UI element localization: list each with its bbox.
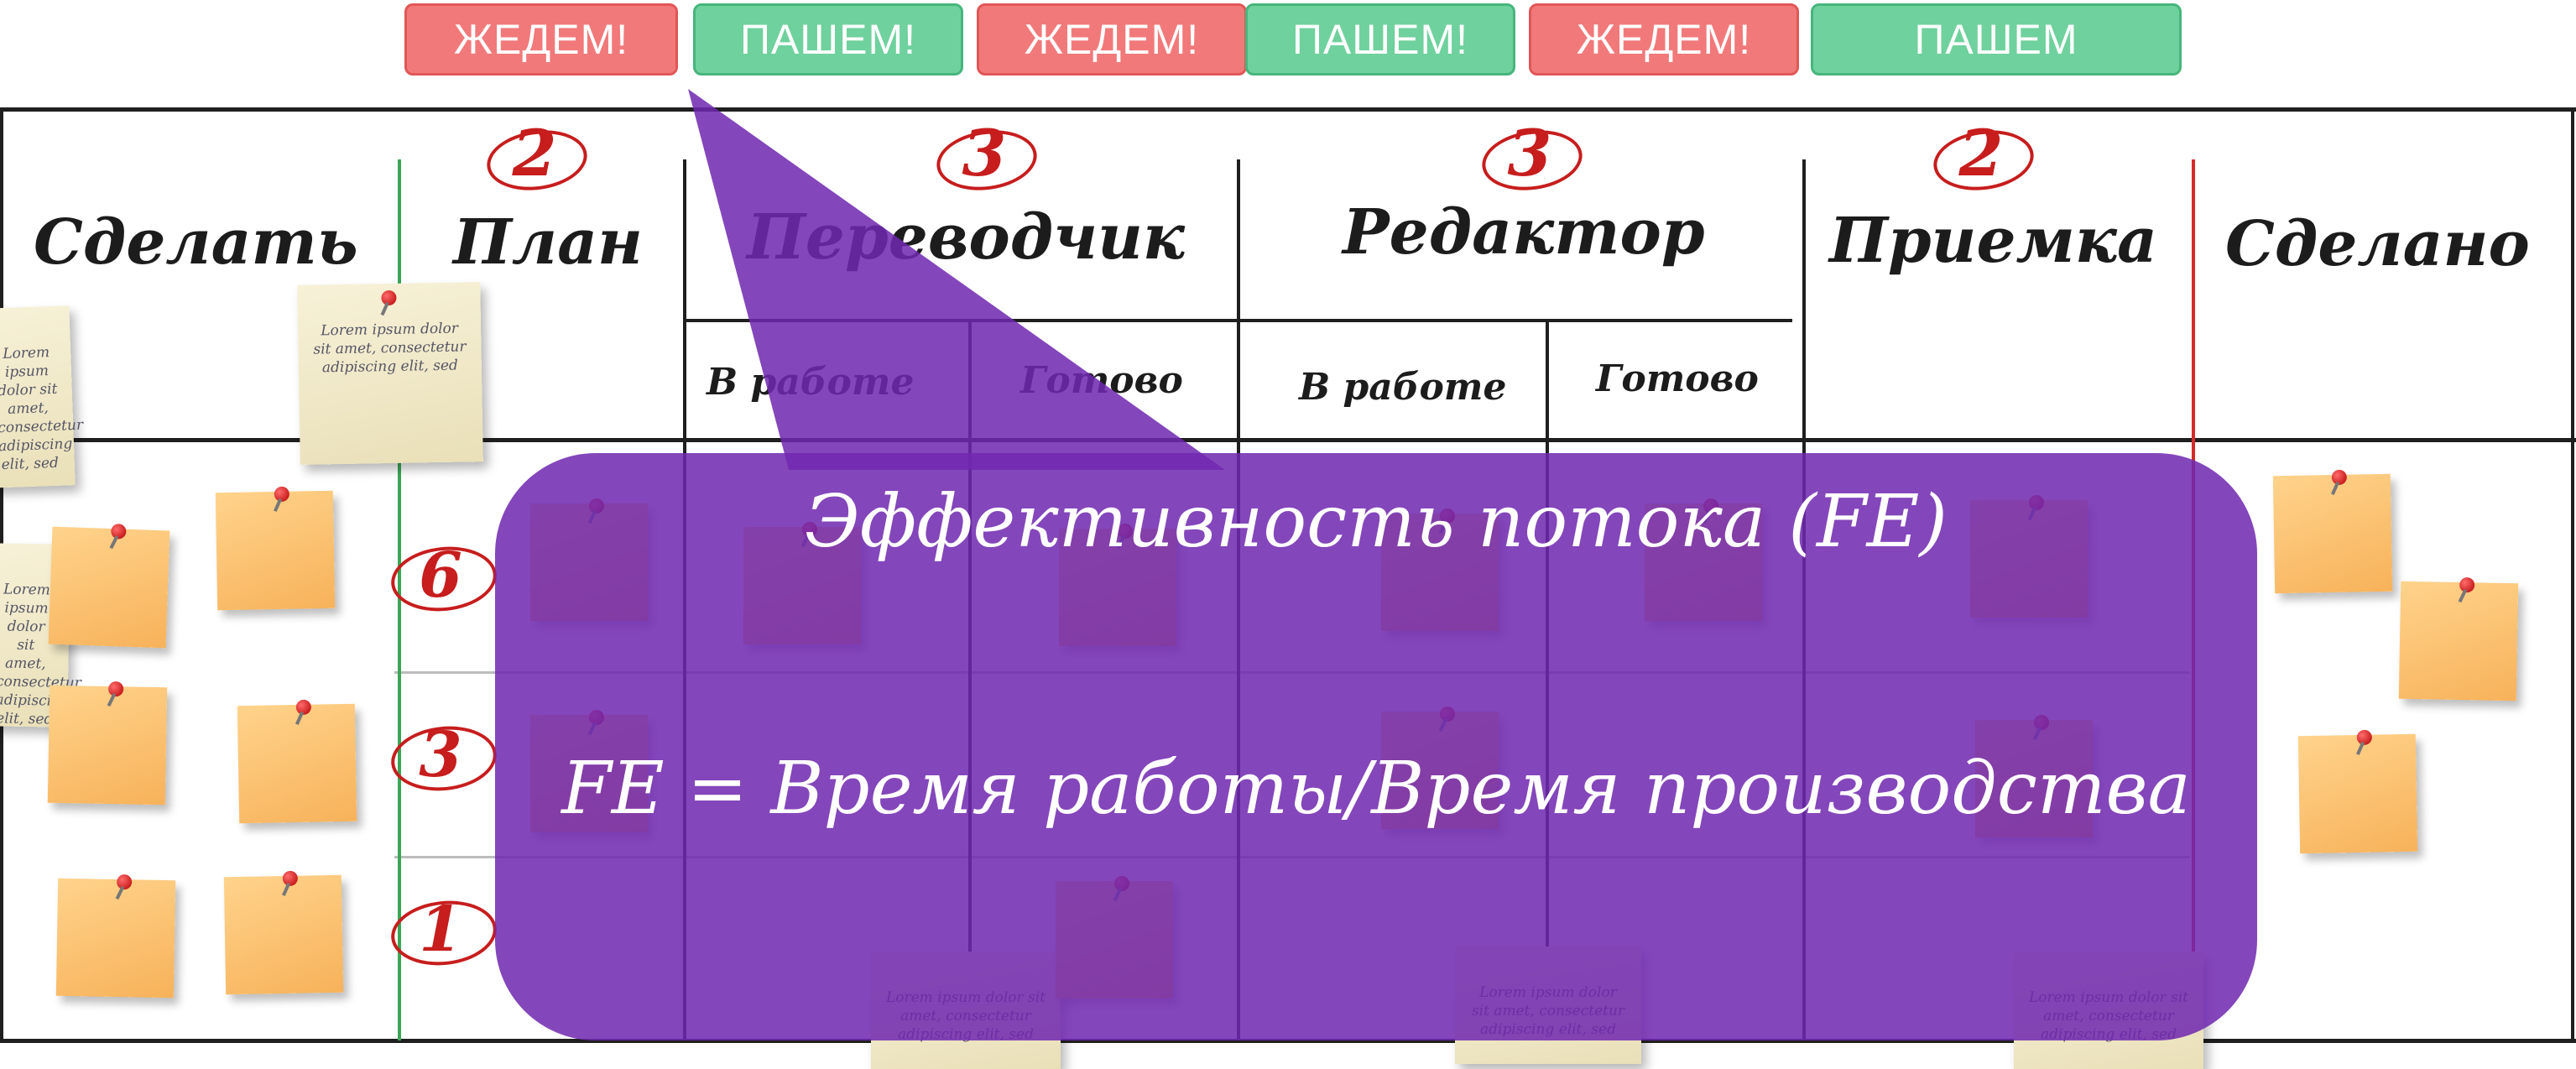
callout-formula: FE = Время работы/Время производства xyxy=(561,747,2191,831)
callout-title: Эффективность потока (FE) xyxy=(805,480,1948,564)
